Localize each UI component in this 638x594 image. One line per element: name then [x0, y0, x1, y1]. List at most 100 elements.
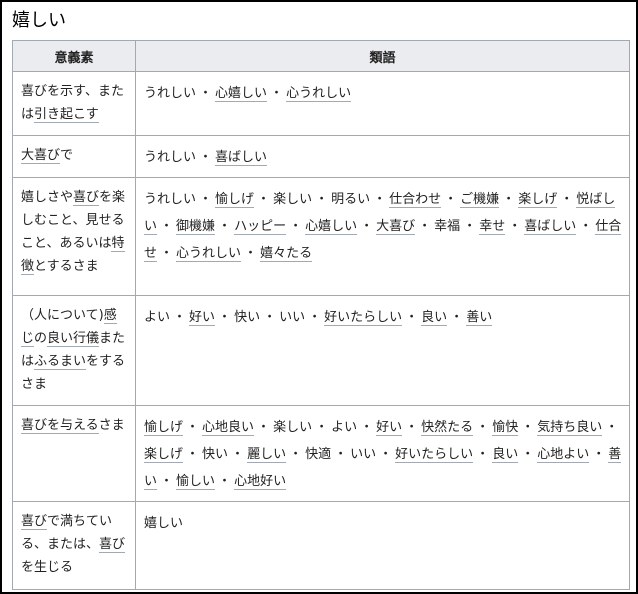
separator: ・ [160, 246, 174, 261]
synonym-link[interactable]: 好い [189, 310, 216, 326]
meaning-link[interactable]: ふるまい [34, 354, 87, 370]
synonym-link[interactable]: 大喜び [376, 219, 416, 235]
synonyms-cell: 嬉しい [135, 501, 630, 590]
synonym-text: 快適 [305, 447, 332, 462]
synonym-link[interactable]: 好いたらしい [395, 447, 474, 463]
separator: ・ [160, 219, 174, 234]
header-row: 意義素 類語 [12, 40, 630, 72]
meaning-text: を生じる [21, 560, 74, 575]
synonym-link[interactable]: 仕合わせ [389, 192, 442, 208]
synonym-text: うれしい [144, 192, 197, 207]
separator: ・ [315, 192, 329, 207]
header-synonyms: 類語 [135, 40, 630, 72]
separator: ・ [218, 474, 232, 489]
meaning-link[interactable]: 喜びを与える [21, 418, 99, 434]
synonym-link[interactable]: 気持ち良い [537, 420, 603, 436]
synonym-link[interactable]: ハッピー [234, 219, 287, 235]
synonym-link[interactable]: 良い [421, 310, 448, 326]
meaning-link[interactable]: 良い行儀 [47, 331, 100, 347]
separator: ・ [418, 219, 432, 234]
synonym-link[interactable]: 愉しげ [215, 192, 255, 208]
separator: ・ [373, 192, 387, 207]
separator: ・ [463, 219, 477, 234]
separator: ・ [521, 447, 535, 462]
separator: ・ [360, 420, 374, 435]
synonyms-cell: うれしい・喜ばしい [135, 135, 630, 178]
synonym-link[interactable]: 好いたらしい [324, 310, 403, 326]
synonym-link[interactable]: 心地よい [537, 447, 590, 463]
meaning-text: さま [98, 418, 125, 433]
synonyms-cell: うれしい・心嬉しい・心うれしい [135, 71, 630, 136]
header-meaning: 意義素 [12, 40, 136, 72]
synonym-link[interactable]: 喜ばしい [215, 150, 268, 166]
synonym-link[interactable]: 麗しい [247, 447, 287, 463]
meaning-link[interactable]: 喜び [99, 537, 126, 553]
separator: ・ [218, 219, 232, 234]
meaning-cell: （人について)感じの良い行儀またはふるまいをするさま [12, 295, 136, 406]
synonyms-cell: うれしい・愉しげ・楽しい・明るい・仕合わせ・ご機嫌・楽しげ・悦ばしい・御機嫌・ハ… [135, 177, 630, 296]
synonym-link[interactable]: 楽しげ [144, 447, 184, 463]
separator: ・ [308, 310, 322, 325]
synonym-link[interactable]: 幸せ [479, 219, 506, 235]
separator: ・ [231, 447, 245, 462]
table-row: 喜びを示す、または引き起こす うれしい・心嬉しい・心うれしい [12, 71, 630, 136]
meaning-link[interactable]: 喜び [73, 190, 100, 206]
synonym-link[interactable]: 心うれしい [286, 86, 352, 102]
synonym-text: 明るい [331, 192, 371, 207]
synonym-text: うれしい [144, 86, 197, 101]
separator: ・ [508, 219, 522, 234]
separator: ・ [199, 150, 213, 165]
table-row: 喜びを与えるさま 愉しげ・心地良い・楽しい・よい・好い・快然たる・愉快・気持ち良… [12, 405, 630, 502]
synonym-link[interactable]: 愉しげ [144, 420, 184, 436]
separator: ・ [502, 192, 516, 207]
separator: ・ [173, 310, 187, 325]
separator: ・ [257, 192, 271, 207]
synonym-link[interactable]: ご機嫌 [460, 192, 500, 208]
separator: ・ [521, 420, 535, 435]
synonym-text: いい [350, 447, 377, 462]
separator: ・ [476, 420, 490, 435]
meaning-cell: 喜びで満ちている、または、喜びを生じる [12, 501, 136, 590]
thesaurus-table: 意義素 類語 喜びを示す、または引き起こす うれしい・心嬉しい・心うれしい 大喜… [12, 40, 630, 590]
synonym-link[interactable]: 心地良い [202, 420, 255, 436]
table-row: 喜びで満ちている、または、喜びを生じる 嬉しい [12, 501, 630, 590]
separator: ・ [199, 86, 213, 101]
meaning-link[interactable]: 大喜び [21, 148, 61, 164]
separator: ・ [315, 420, 329, 435]
synonym-link[interactable]: 心地好い [234, 474, 287, 490]
synonym-link[interactable]: 御機嫌 [176, 219, 216, 235]
synonym-link[interactable]: 善い [466, 310, 493, 326]
synonym-link[interactable]: 愉快 [492, 420, 519, 436]
synonym-link[interactable]: 良い [492, 447, 519, 463]
synonym-link[interactable]: 好い [376, 420, 403, 436]
separator: ・ [405, 420, 419, 435]
meaning-cell: 喜びを示す、または引き起こす [12, 71, 136, 136]
synonym-link[interactable]: 楽しげ [518, 192, 558, 208]
table-row: 大喜びで うれしい・喜ばしい [12, 135, 630, 178]
separator: ・ [560, 192, 574, 207]
synonym-link[interactable]: 心嬉しい [215, 86, 268, 102]
table-row: （人について)感じの良い行儀またはふるまいをするさま よい・好い・快い・いい・好… [12, 295, 630, 406]
synonym-link[interactable]: 喜ばしい [524, 219, 577, 235]
separator: ・ [289, 219, 303, 234]
synonym-text: 楽しい [273, 420, 313, 435]
synonym-text: 快い [202, 447, 229, 462]
separator: ・ [257, 420, 271, 435]
synonym-link[interactable]: 嬉々たる [260, 246, 313, 262]
separator: ・ [244, 246, 258, 261]
meaning-link[interactable]: 喜び [21, 514, 48, 530]
synonym-text: 快い [234, 310, 261, 325]
separator: ・ [360, 219, 374, 234]
meaning-text: で [60, 148, 74, 163]
synonym-link[interactable]: 心うれしい [176, 246, 242, 262]
separator: ・ [263, 310, 277, 325]
separator: ・ [405, 310, 419, 325]
synonym-link[interactable]: 心嬉しい [305, 219, 358, 235]
synonyms-cell: よい・好い・快い・いい・好いたらしい・良い・善い [135, 295, 630, 406]
synonym-link[interactable]: 快然たる [421, 420, 474, 436]
synonym-text: 楽しい [273, 192, 313, 207]
synonym-link[interactable]: 愉しい [176, 474, 216, 490]
meaning-text: （人について) [21, 308, 104, 323]
separator: ・ [605, 420, 619, 435]
meaning-link[interactable]: 引き起こす [34, 107, 99, 123]
